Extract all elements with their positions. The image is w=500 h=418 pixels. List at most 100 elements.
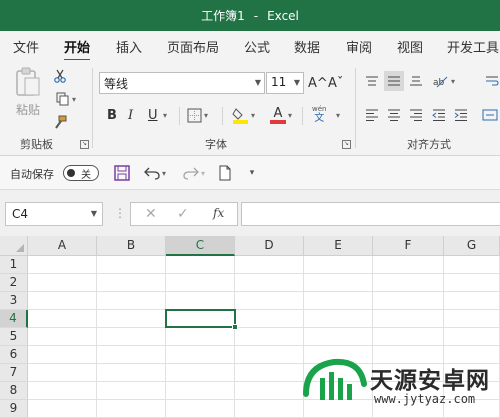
grid-cell[interactable] — [444, 310, 500, 328]
column-header[interactable]: F — [373, 236, 444, 256]
grid-cell[interactable] — [166, 346, 235, 364]
grid-cell[interactable] — [235, 328, 304, 346]
column-header[interactable]: G — [444, 236, 500, 256]
font-size-select[interactable]: 11 ▼ — [266, 72, 304, 94]
tab-insert[interactable]: 插入 — [116, 37, 142, 56]
new-document-icon[interactable] — [215, 163, 235, 183]
decrease-font-size-button[interactable]: Aˇ — [328, 73, 343, 93]
tab-page-layout[interactable]: 页面布局 — [167, 37, 219, 56]
align-middle-icon[interactable] — [384, 71, 404, 91]
undo-icon[interactable]: ▾ — [139, 163, 171, 183]
grid-cell[interactable] — [235, 292, 304, 310]
align-bottom-icon[interactable] — [406, 71, 426, 91]
save-icon[interactable] — [112, 163, 132, 183]
increase-font-size-button[interactable]: A^ — [308, 73, 328, 93]
grid-cell[interactable] — [97, 274, 166, 292]
tab-formulas[interactable]: 公式 — [244, 37, 270, 56]
grid-cell[interactable] — [28, 274, 97, 292]
grid-cell[interactable] — [373, 292, 444, 310]
active-cell-c4[interactable] — [165, 309, 238, 330]
grid-cell[interactable] — [28, 328, 97, 346]
fill-color-icon[interactable]: ▾ — [232, 105, 255, 125]
grid-cell[interactable] — [304, 256, 373, 274]
grid-cell[interactable] — [28, 310, 97, 328]
autosave-toggle[interactable]: 关 — [63, 165, 99, 181]
grid-cell[interactable] — [304, 292, 373, 310]
grid-cell[interactable] — [28, 346, 97, 364]
font-color-icon[interactable]: A ▾ — [270, 105, 292, 125]
column-header[interactable]: A — [28, 236, 97, 256]
grid-cell[interactable] — [304, 328, 373, 346]
paste-button-label[interactable]: 粘贴 — [16, 101, 40, 118]
grid-cell[interactable] — [235, 400, 304, 418]
grid-cell[interactable] — [373, 274, 444, 292]
increase-indent-icon[interactable] — [451, 105, 471, 125]
grid-cell[interactable] — [28, 400, 97, 418]
grid-cell[interactable] — [97, 310, 166, 328]
tab-data[interactable]: 数据 — [294, 37, 320, 56]
align-left-icon[interactable] — [362, 105, 382, 125]
align-right-icon[interactable] — [406, 105, 426, 125]
grid-cell[interactable] — [235, 382, 304, 400]
grid-cell[interactable] — [97, 400, 166, 418]
grid-cell[interactable] — [166, 400, 235, 418]
row-header[interactable]: 7 — [0, 364, 28, 382]
clipboard-launcher-icon[interactable]: ↘ — [80, 140, 89, 149]
decrease-indent-icon[interactable] — [429, 105, 449, 125]
grid-cell[interactable] — [97, 382, 166, 400]
row-header[interactable]: 3 — [0, 292, 28, 310]
grid-cell[interactable] — [28, 382, 97, 400]
font-launcher-icon[interactable]: ↘ — [342, 140, 351, 149]
formula-bar-grip-icon[interactable]: ⋮ — [114, 206, 126, 220]
borders-icon[interactable]: ▾ — [187, 105, 208, 125]
redo-icon[interactable]: ▾ — [178, 163, 210, 183]
grid-cell[interactable] — [235, 364, 304, 382]
grid-cell[interactable] — [235, 310, 304, 328]
grid-cell[interactable] — [373, 328, 444, 346]
customize-toolbar-icon[interactable]: ▾ — [242, 163, 262, 183]
merge-center-icon[interactable] — [480, 105, 500, 125]
font-name-select[interactable]: 等线 ▼ — [99, 72, 265, 94]
grid-cell[interactable] — [97, 346, 166, 364]
column-header[interactable]: E — [304, 236, 373, 256]
row-header[interactable]: 6 — [0, 346, 28, 364]
grid-cell[interactable] — [235, 256, 304, 274]
row-header[interactable]: 1 — [0, 256, 28, 274]
select-all-button[interactable] — [0, 236, 28, 256]
row-header[interactable]: 2 — [0, 274, 28, 292]
format-painter-icon[interactable] — [50, 112, 70, 132]
grid-cell[interactable] — [304, 310, 373, 328]
cancel-icon[interactable]: ✕ — [145, 206, 157, 222]
grid-cell[interactable] — [166, 382, 235, 400]
tab-home[interactable]: 开始 — [64, 37, 91, 62]
tab-developer[interactable]: 开发工具 — [447, 37, 499, 56]
grid-cell[interactable] — [97, 292, 166, 310]
grid-cell[interactable] — [166, 364, 235, 382]
row-header[interactable]: 8 — [0, 382, 28, 400]
grid-cell[interactable] — [28, 364, 97, 382]
row-header[interactable]: 9 — [0, 400, 28, 418]
cut-icon[interactable] — [50, 66, 70, 86]
formula-input[interactable] — [241, 202, 500, 226]
phonetic-guide-icon[interactable]: wén 文 — [312, 105, 326, 125]
tab-view[interactable]: 视图 — [397, 37, 423, 56]
fill-handle[interactable] — [232, 324, 238, 330]
grid-cell[interactable] — [97, 364, 166, 382]
name-box[interactable]: C4 ▼ — [5, 202, 103, 226]
enter-icon[interactable]: ✓ — [177, 206, 189, 222]
grid-cell[interactable] — [444, 292, 500, 310]
orientation-icon[interactable]: ab ▾ — [429, 71, 459, 91]
bold-button[interactable]: B — [107, 105, 117, 125]
grid-cell[interactable] — [373, 256, 444, 274]
italic-button[interactable]: I — [128, 105, 133, 125]
grid-cell[interactable] — [444, 328, 500, 346]
column-header[interactable]: D — [235, 236, 304, 256]
underline-button[interactable]: U — [148, 105, 158, 125]
grid-cell[interactable] — [166, 274, 235, 292]
tab-file[interactable]: 文件 — [13, 37, 39, 56]
column-header-selected[interactable]: C — [166, 236, 235, 256]
grid-cell[interactable] — [235, 346, 304, 364]
grid-cell[interactable] — [373, 310, 444, 328]
copy-icon[interactable]: ▾ — [50, 89, 82, 109]
grid-cell[interactable] — [444, 274, 500, 292]
